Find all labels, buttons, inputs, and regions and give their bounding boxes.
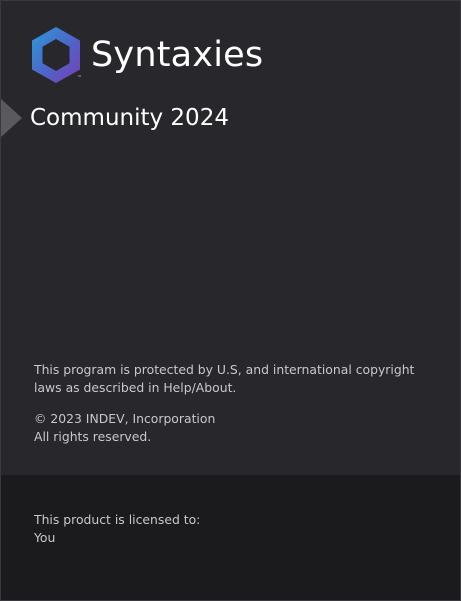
triangle-marker-icon: [1, 99, 22, 137]
hexagon-logo-icon: ™: [29, 25, 83, 85]
legal-notice: This program is protected by U.S, and in…: [34, 361, 444, 445]
license-footer: This product is licensed to: You: [1, 475, 460, 600]
rights-line: All rights reserved.: [34, 428, 152, 444]
splash-screen: ™ Syntaxies Community 2024 This program …: [0, 0, 461, 601]
product-header: ™ Syntaxies: [29, 25, 263, 85]
trademark-symbol: ™: [77, 75, 82, 81]
copyright-line: © 2023 INDEV, Incorporation: [34, 411, 216, 426]
protection-notice: This program is protected by U.S, and in…: [34, 362, 415, 395]
license-info: This product is licensed to: You: [34, 511, 200, 546]
license-label: This product is licensed to:: [34, 512, 201, 527]
licensee-name: You: [34, 529, 56, 545]
product-name: Syntaxies: [91, 35, 264, 75]
edition-label: Community 2024: [30, 105, 229, 131]
